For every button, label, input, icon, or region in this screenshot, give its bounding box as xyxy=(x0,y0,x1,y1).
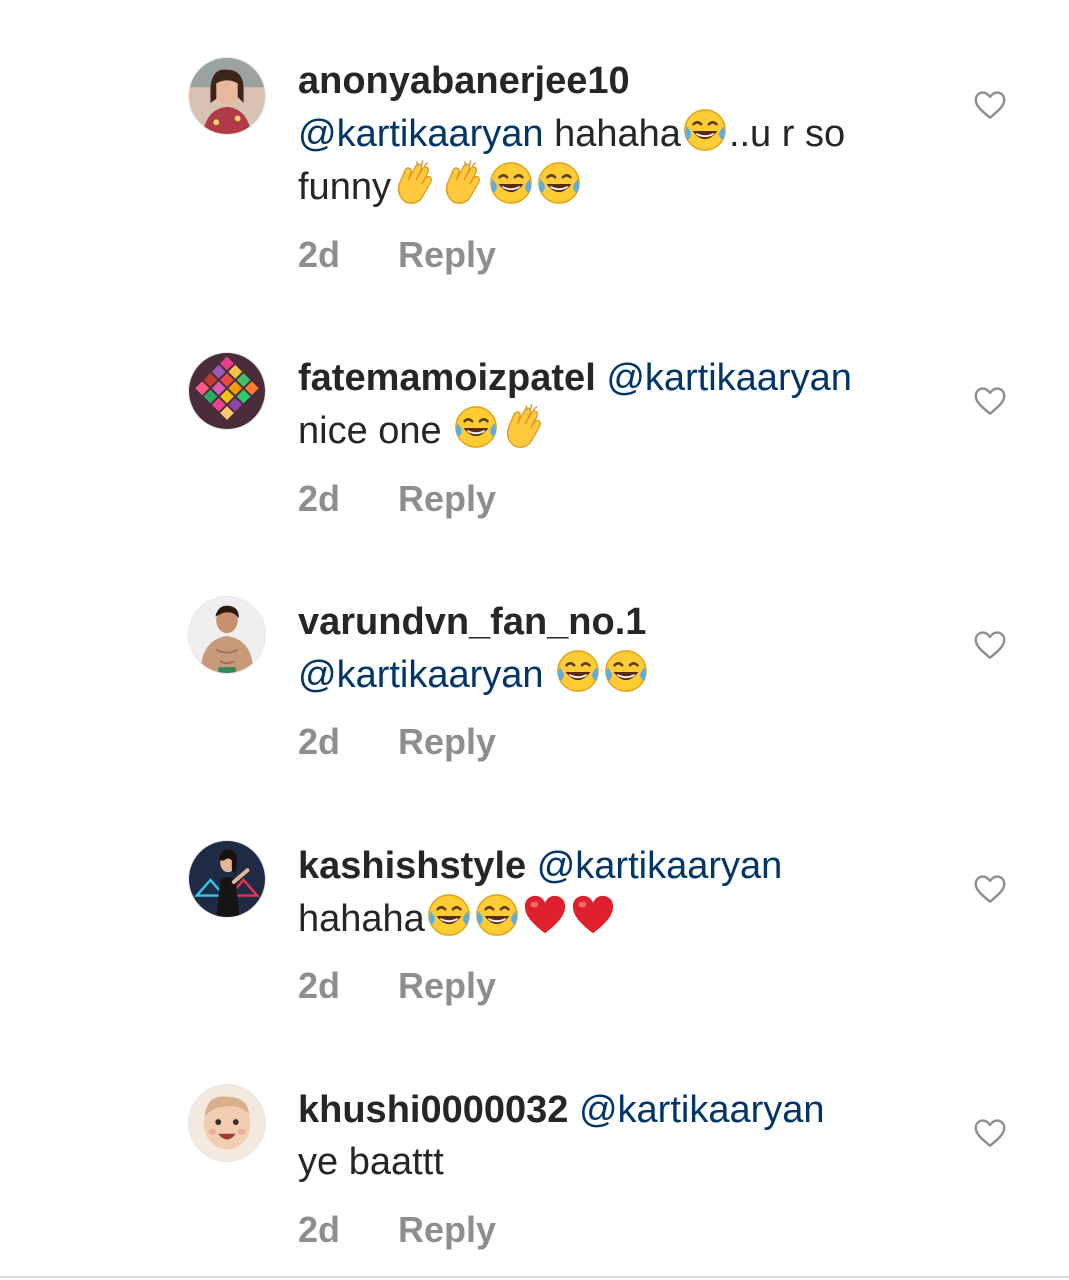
like-button[interactable] xyxy=(972,1115,1008,1151)
comment-text: kashishstyle @kartikaaryan hahaha xyxy=(298,840,938,945)
avatar[interactable] xyxy=(188,57,266,135)
comment-meta: 2d Reply xyxy=(298,722,496,762)
clapping-hands-emoji xyxy=(501,404,547,450)
avatar[interactable] xyxy=(188,352,266,430)
comment-text: varundvn_fan_no.1 @kartikaaryan xyxy=(298,596,938,701)
red-heart-emoji xyxy=(522,892,568,938)
comment-meta: 2d Reply xyxy=(298,479,496,519)
reply-button[interactable]: Reply xyxy=(398,722,496,762)
comment-text: anonyabanerjee10 @kartikaaryan hahaha ..u… xyxy=(298,55,938,213)
username[interactable]: kashishstyle xyxy=(298,845,526,887)
mention[interactable]: @kartikaaryan xyxy=(298,654,544,696)
reply-button[interactable]: Reply xyxy=(398,479,496,519)
heart-outline-icon xyxy=(972,383,1008,419)
heart-outline-icon xyxy=(972,1115,1008,1151)
mention[interactable]: @kartikaaryan xyxy=(579,1089,825,1131)
comment-time: 2d xyxy=(298,965,341,1006)
username[interactable]: varundvn_fan_no.1 xyxy=(298,601,646,643)
reply-button[interactable]: Reply xyxy=(398,966,496,1006)
comment-time: 2d xyxy=(298,1209,341,1250)
like-button[interactable] xyxy=(972,627,1008,663)
avatar[interactable] xyxy=(188,840,266,918)
reply-button[interactable]: Reply xyxy=(398,1210,496,1250)
red-heart-emoji xyxy=(570,892,616,938)
clapping-hands-emoji xyxy=(440,160,486,206)
face-with-tears-of-joy-emoji xyxy=(603,648,649,694)
face-with-tears-of-joy-emoji xyxy=(536,160,582,206)
avatar-image xyxy=(189,1085,265,1161)
bottom-divider xyxy=(0,1276,1069,1278)
reply-button[interactable]: Reply xyxy=(398,235,496,275)
comment-time: 2d xyxy=(298,234,341,275)
avatar-image xyxy=(189,841,265,917)
mention[interactable]: @kartikaaryan xyxy=(537,845,783,887)
like-button[interactable] xyxy=(972,383,1008,419)
like-button[interactable] xyxy=(972,87,1008,123)
comment-text: khushi0000032 @kartikaaryan ye baattt xyxy=(298,1084,938,1188)
comment-body: nice one xyxy=(298,410,453,452)
avatar-image xyxy=(189,597,265,673)
avatar-image xyxy=(189,353,265,429)
avatar[interactable] xyxy=(188,596,266,674)
avatar[interactable] xyxy=(188,1084,266,1162)
face-with-tears-of-joy-emoji xyxy=(426,892,472,938)
comment-time: 2d xyxy=(298,721,341,762)
comment-text: fatemamoizpatel @kartikaaryan nice one xyxy=(298,352,938,457)
mention[interactable]: @kartikaaryan xyxy=(298,113,544,155)
like-button[interactable] xyxy=(972,871,1008,907)
comment-body: ye baattt xyxy=(298,1141,444,1183)
heart-outline-icon xyxy=(972,87,1008,123)
face-with-tears-of-joy-emoji xyxy=(474,892,520,938)
mention[interactable]: @kartikaaryan xyxy=(606,357,852,399)
face-with-tears-of-joy-emoji xyxy=(682,107,728,153)
heart-outline-icon xyxy=(972,871,1008,907)
heart-outline-icon xyxy=(972,627,1008,663)
comment-meta: 2d Reply xyxy=(298,966,496,1006)
comment-body: hahaha xyxy=(554,113,681,155)
face-with-tears-of-joy-emoji xyxy=(555,648,601,694)
comment-meta: 2d Reply xyxy=(298,1210,496,1250)
comment-meta: 2d Reply xyxy=(298,235,496,275)
username[interactable]: khushi0000032 xyxy=(298,1089,568,1131)
clapping-hands-emoji xyxy=(392,160,438,206)
face-with-tears-of-joy-emoji xyxy=(488,160,534,206)
username[interactable]: fatemamoizpatel xyxy=(298,357,596,399)
comment-time: 2d xyxy=(298,478,341,519)
comment-body: hahaha xyxy=(298,898,425,940)
avatar-image xyxy=(189,58,265,134)
face-with-tears-of-joy-emoji xyxy=(453,404,499,450)
username[interactable]: anonyabanerjee10 xyxy=(298,60,630,102)
